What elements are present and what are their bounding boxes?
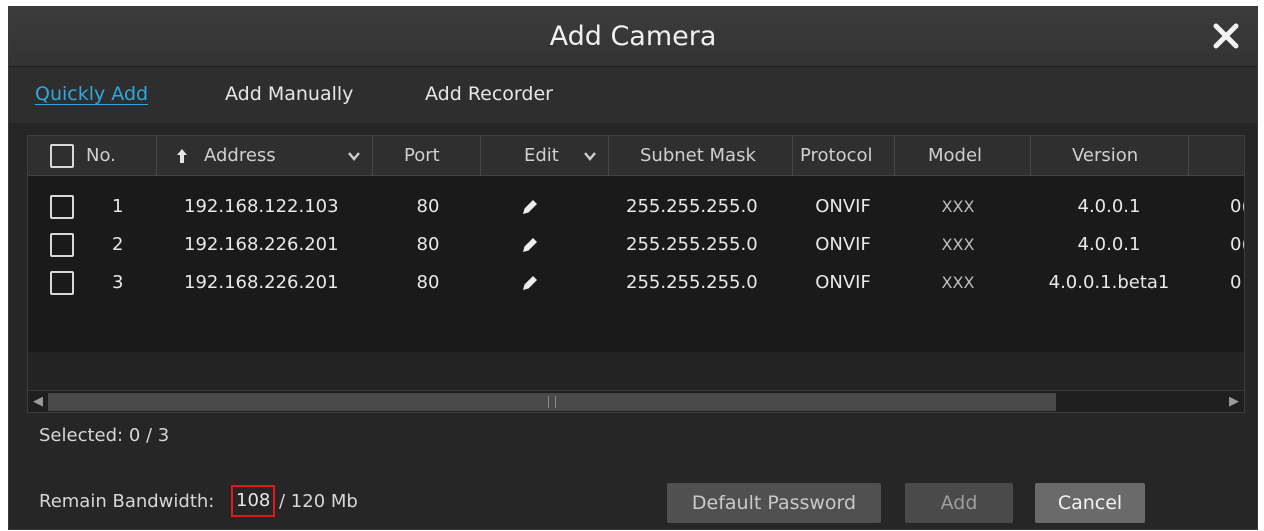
- add-camera-dialog: Add Camera Quickly Add Add Manually Add …: [8, 6, 1258, 530]
- column-header-edit: Edit: [524, 145, 559, 166]
- row-overflow-text: 0(: [1230, 196, 1244, 217]
- row-model: XXX: [941, 273, 975, 292]
- row-model: XXX: [941, 197, 975, 216]
- row-subnet-mask: 255.255.255.0: [626, 196, 758, 217]
- row-protocol: ONVIF: [815, 196, 871, 217]
- row-number: 1: [112, 196, 124, 217]
- row-number: 3: [112, 272, 124, 293]
- row-address: 192.168.122.103: [184, 196, 339, 217]
- row-port: 80: [416, 272, 440, 293]
- row-address: 192.168.226.201: [184, 272, 339, 293]
- pencil-icon[interactable]: [520, 235, 540, 255]
- row-model: XXX: [941, 235, 975, 254]
- row-overflow-text: 0(: [1230, 234, 1244, 255]
- remain-bandwidth-label: Remain Bandwidth:: [39, 491, 215, 512]
- row-checkbox[interactable]: [50, 233, 74, 257]
- column-header-subnet-mask: Subnet Mask: [640, 145, 756, 166]
- row-port: 80: [416, 234, 440, 255]
- row-protocol: ONVIF: [815, 234, 871, 255]
- row-number: 2: [112, 234, 124, 255]
- row-protocol: ONVIF: [815, 272, 871, 293]
- selected-count: Selected: 0 / 3: [39, 425, 170, 446]
- row-checkbox[interactable]: [50, 271, 74, 295]
- empty-row-area: [28, 352, 1244, 390]
- sort-up-arrow-icon[interactable]: [176, 148, 188, 164]
- remain-bandwidth-value: 108: [231, 485, 276, 517]
- table-row[interactable]: 2 192.168.226.201 80 255.255.255.0 ONVIF…: [28, 226, 1244, 264]
- column-header-address[interactable]: Address: [204, 136, 276, 176]
- table-row[interactable]: 3 192.168.226.201 80 255.255.255.0 ONVIF…: [28, 264, 1244, 302]
- tab-add-recorder[interactable]: Add Recorder: [425, 83, 553, 105]
- cancel-button[interactable]: Cancel: [1035, 483, 1145, 523]
- edit-dropdown-chevron-down-icon[interactable]: [582, 148, 598, 164]
- column-header-protocol: Protocol: [800, 145, 873, 166]
- dialog-title: Add Camera: [549, 21, 717, 52]
- row-version: 4.0.0.1.beta1: [1048, 272, 1170, 293]
- tab-quickly-add[interactable]: Quickly Add: [35, 83, 148, 105]
- column-header-no: No.: [86, 145, 116, 166]
- tab-bar: Quickly Add Add Manually Add Recorder: [9, 67, 1257, 123]
- row-overflow-text: 0: [1230, 272, 1242, 293]
- pencil-icon[interactable]: [520, 273, 540, 293]
- footer-row: Remain Bandwidth: 108 / 120 Mb Default P…: [9, 481, 1257, 525]
- default-password-button[interactable]: Default Password: [667, 483, 881, 523]
- table-header: No. Address Port Edit Subnet Mask Protoc…: [28, 136, 1244, 176]
- scroll-left-icon[interactable]: ◀: [29, 393, 47, 411]
- address-dropdown-chevron-down-icon[interactable]: [346, 148, 362, 164]
- row-subnet-mask: 255.255.255.0: [626, 272, 758, 293]
- select-all-checkbox[interactable]: [50, 144, 74, 168]
- column-header-version: Version: [1072, 145, 1139, 166]
- camera-table: No. Address Port Edit Subnet Mask Protoc…: [27, 135, 1245, 413]
- column-header-model: Model: [928, 145, 983, 166]
- row-address: 192.168.226.201: [184, 234, 339, 255]
- tab-add-manually[interactable]: Add Manually: [225, 83, 353, 105]
- close-icon: [1213, 23, 1239, 49]
- row-port: 80: [416, 196, 440, 217]
- close-button[interactable]: [1209, 19, 1243, 53]
- total-bandwidth: / 120 Mb: [279, 491, 358, 512]
- scrollbar-grip-icon: [548, 396, 556, 408]
- row-version: 4.0.0.1: [1077, 234, 1141, 255]
- horizontal-scrollbar[interactable]: ◀ ▶: [28, 390, 1244, 412]
- pencil-icon[interactable]: [520, 197, 540, 217]
- title-bar: Add Camera: [9, 7, 1257, 67]
- add-button[interactable]: Add: [905, 483, 1013, 523]
- row-checkbox[interactable]: [50, 195, 74, 219]
- row-version: 4.0.0.1: [1077, 196, 1141, 217]
- row-subnet-mask: 255.255.255.0: [626, 234, 758, 255]
- scroll-right-icon[interactable]: ▶: [1225, 393, 1243, 411]
- scrollbar-thumb[interactable]: [48, 393, 1056, 411]
- table-row[interactable]: 1 192.168.122.103 80 255.255.255.0 ONVIF…: [28, 188, 1244, 226]
- column-header-port: Port: [404, 145, 440, 166]
